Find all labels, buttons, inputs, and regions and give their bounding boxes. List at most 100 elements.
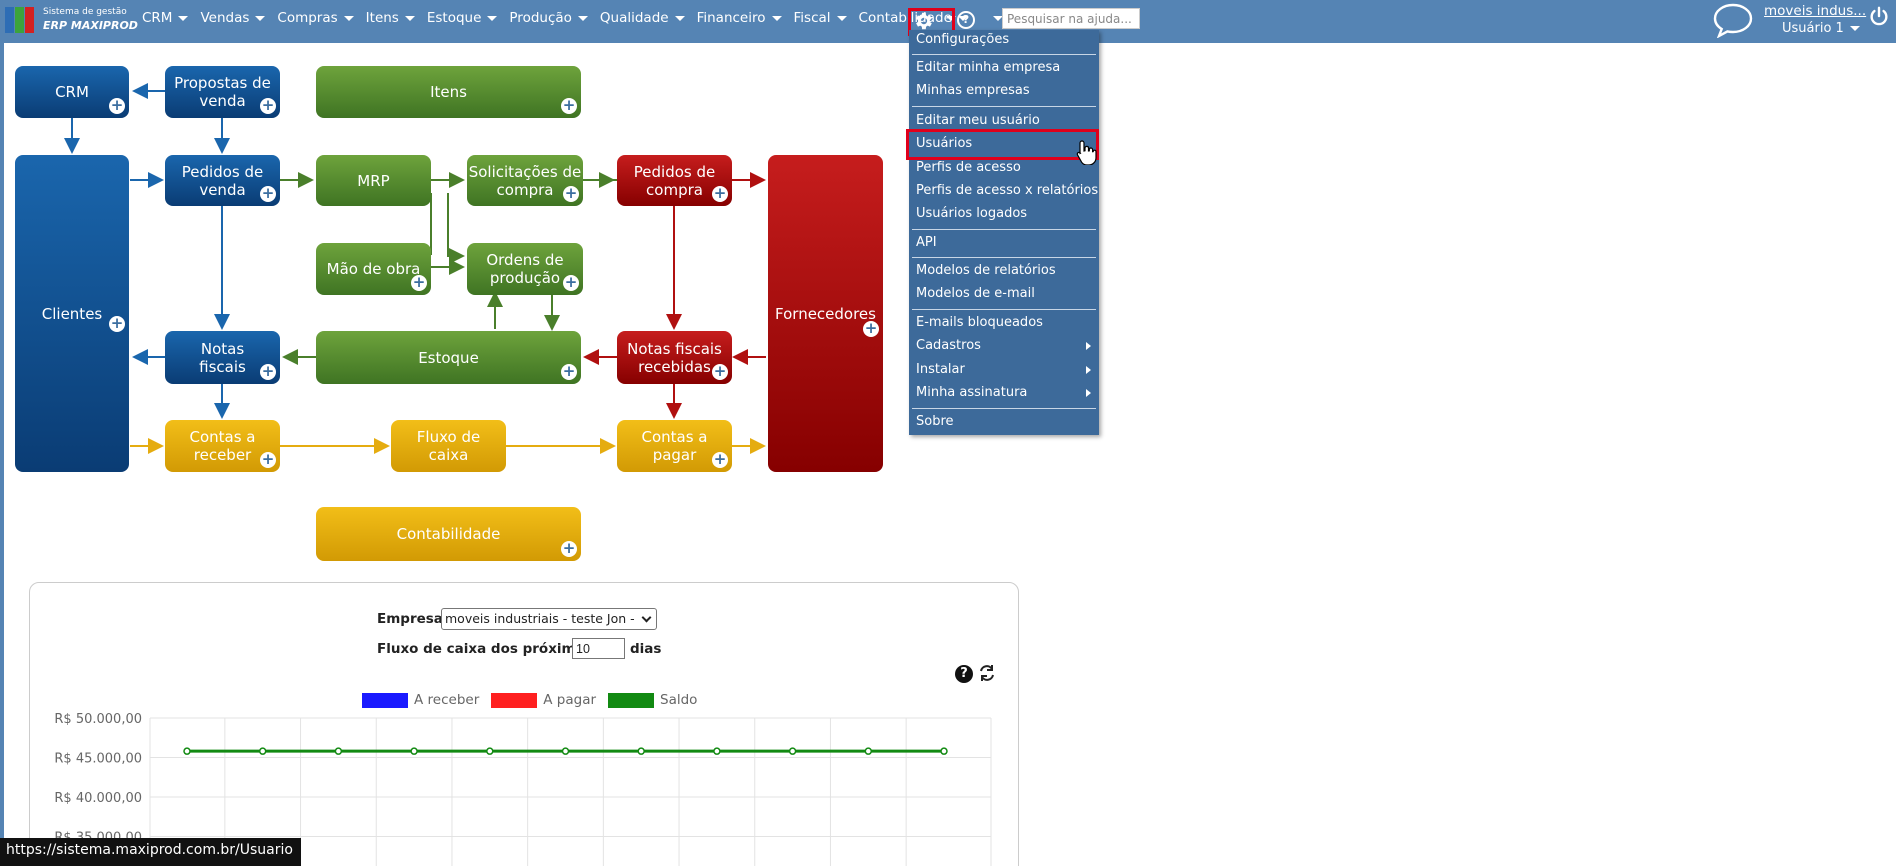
add-notas-fiscais-plus-icon[interactable]: +	[260, 364, 276, 380]
menu-divider	[912, 106, 1096, 107]
add-mao-de-obra-plus-icon[interactable]: +	[411, 275, 427, 291]
add-propostas-plus-icon[interactable]: +	[260, 98, 276, 114]
menu-item-minha-assinatura[interactable]: Minha assinatura	[909, 383, 1099, 405]
node-label-line: compra	[496, 180, 554, 199]
node-label-line: Propostas de	[174, 74, 271, 92]
menu-item-perfis-acesso-relatorios[interactable]: Perfis de acesso x relatórios	[909, 181, 1099, 203]
menu-item-modelos-email[interactable]: Modelos de e-mail	[909, 284, 1099, 306]
add-itens-plus-icon[interactable]: +	[561, 98, 577, 114]
saldo-data-point	[713, 747, 721, 755]
menu-item-minhas-empresas[interactable]: Minhas empresas	[909, 81, 1099, 103]
menu-item-editar-minha-empresa[interactable]: Editar minha empresa	[909, 58, 1099, 80]
node-label-line: Contas a	[641, 428, 708, 446]
node-itens[interactable]: Itens +	[316, 66, 581, 118]
node-label: Propostas de venda	[174, 74, 271, 110]
menu-item-label: Cadastros	[916, 338, 981, 353]
y-tick-label: R$ 40.000,00	[54, 791, 142, 806]
chevron-down-icon	[1849, 26, 1860, 31]
node-estoque[interactable]: Estoque +	[316, 331, 581, 384]
node-label-line: venda	[199, 92, 246, 110]
empresa-selected-value: moveis industriais - teste Jon -	[445, 611, 635, 626]
settings-dropdown-menu: Configurações Editar minha empresa Minha…	[909, 30, 1099, 435]
node-label-line: Notas fiscais	[627, 339, 722, 358]
menu-divider	[912, 257, 1096, 258]
chevron-right-icon	[1086, 366, 1091, 374]
node-notas-recebidas[interactable]: Notas fiscais recebidas +	[617, 331, 732, 384]
y-tick-label: R$ 45.000,00	[54, 752, 142, 767]
user-menu[interactable]: Usuário 1	[1782, 21, 1860, 36]
saldo-data-point	[183, 747, 191, 755]
node-label: Contabilidade	[396, 525, 501, 543]
menu-divider	[912, 54, 1096, 55]
add-ordens-plus-icon[interactable]: +	[563, 275, 579, 291]
node-mao-de-obra[interactable]: Mão de obra +	[316, 243, 431, 295]
node-pedidos-venda[interactable]: Pedidos de venda +	[165, 155, 280, 206]
node-pedidos-compra[interactable]: Pedidos de compra +	[617, 155, 732, 206]
node-crm[interactable]: CRM +	[15, 66, 129, 118]
node-label-line: Notas	[200, 339, 245, 358]
menu-item-api[interactable]: API	[909, 233, 1099, 255]
node-fornecedores[interactable]: Fornecedores +	[768, 155, 883, 472]
node-fluxo-caixa[interactable]: Fluxo de caixa	[391, 420, 506, 472]
add-pedidos-compra-plus-icon[interactable]: +	[712, 186, 728, 202]
node-ordens-producao[interactable]: Ordens de produção +	[467, 243, 583, 295]
speech-bubble-icon[interactable]	[1712, 2, 1754, 38]
node-clientes[interactable]: Clientes +	[15, 155, 129, 472]
add-contas-receber-plus-icon[interactable]: +	[260, 452, 276, 468]
days-suffix: dias	[630, 641, 662, 657]
node-contabilidade[interactable]: Contabilidade +	[316, 507, 581, 561]
add-clientes-plus-icon[interactable]: +	[109, 316, 125, 332]
power-icon[interactable]	[1868, 6, 1890, 28]
user-company-link[interactable]: moveis indus...	[1764, 3, 1866, 19]
menu-divider	[912, 408, 1096, 409]
usuarios-highlight-box	[906, 129, 1099, 160]
node-label: MRP	[357, 171, 390, 190]
menu-item-emails-bloqueados[interactable]: E-mails bloqueados	[909, 313, 1099, 335]
fluxo-days-label: Fluxo de caixa dos próximos	[377, 641, 593, 657]
node-label: Contas a receber	[189, 428, 255, 464]
empresa-select[interactable]: moveis industriais - teste Jon -	[441, 608, 657, 630]
node-solicitacoes-compra[interactable]: Solicitações de compra +	[467, 155, 583, 206]
node-label: Contas a pagar	[641, 428, 707, 464]
add-estoque-plus-icon[interactable]: +	[561, 364, 577, 380]
add-contabilidade-plus-icon[interactable]: +	[561, 541, 577, 557]
menu-item-instalar[interactable]: Instalar	[909, 360, 1099, 382]
node-label-line: Contas a	[189, 428, 256, 446]
menu-item-label: Minha assinatura	[916, 385, 1028, 400]
hand-cursor-icon	[1076, 140, 1097, 165]
add-notas-recebidas-plus-icon[interactable]: +	[712, 364, 728, 380]
menu-item-sobre[interactable]: Sobre	[909, 412, 1099, 434]
add-crm-plus-icon[interactable]: +	[109, 98, 125, 114]
menu-item-cadastros[interactable]: Cadastros	[909, 336, 1099, 358]
node-label: Fluxo de caixa	[417, 428, 480, 464]
add-pedidos-venda-plus-icon[interactable]: +	[260, 186, 276, 202]
menu-item-usuarios-logados[interactable]: Usuários logados	[909, 204, 1099, 226]
add-solicitacoes-plus-icon[interactable]: +	[563, 186, 579, 202]
node-label-line: compra	[646, 180, 703, 199]
add-contas-pagar-plus-icon[interactable]: +	[712, 452, 728, 468]
node-label: Notas fiscais recebidas	[627, 340, 722, 376]
menu-item-label: Instalar	[916, 362, 965, 377]
question-circle-icon[interactable]: ?	[957, 11, 975, 29]
node-label-line: venda	[199, 180, 246, 199]
help-circle-icon[interactable]: ?	[955, 665, 973, 683]
node-label: Pedidos de compra	[634, 163, 715, 199]
refresh-icon[interactable]	[978, 664, 996, 682]
node-contas-receber[interactable]: Contas a receber +	[165, 420, 280, 472]
node-label: Clientes	[41, 304, 103, 323]
help-search-input[interactable]	[1002, 8, 1140, 29]
node-mrp[interactable]: MRP	[316, 155, 431, 206]
menu-item-perfis-de-acesso[interactable]: Perfis de acesso	[909, 158, 1099, 180]
saldo-data-point	[940, 747, 948, 755]
node-contas-pagar[interactable]: Contas a pagar +	[617, 420, 732, 472]
add-fornecedores-plus-icon[interactable]: +	[863, 321, 879, 337]
node-propostas-venda[interactable]: Propostas de venda +	[165, 66, 280, 118]
node-notas-fiscais[interactable]: Notas fiscais +	[165, 331, 280, 384]
saldo-data-point	[864, 747, 873, 755]
node-label-line: receber	[193, 446, 252, 464]
menu-item-configuracoes[interactable]: Configurações	[909, 30, 1099, 52]
days-input[interactable]	[572, 638, 625, 659]
node-label-line: caixa	[428, 446, 469, 464]
menu-item-modelos-relatorios[interactable]: Modelos de relatórios	[909, 261, 1099, 283]
status-bar-url: https://sistema.maxiprod.com.br/Usuario	[0, 838, 301, 866]
